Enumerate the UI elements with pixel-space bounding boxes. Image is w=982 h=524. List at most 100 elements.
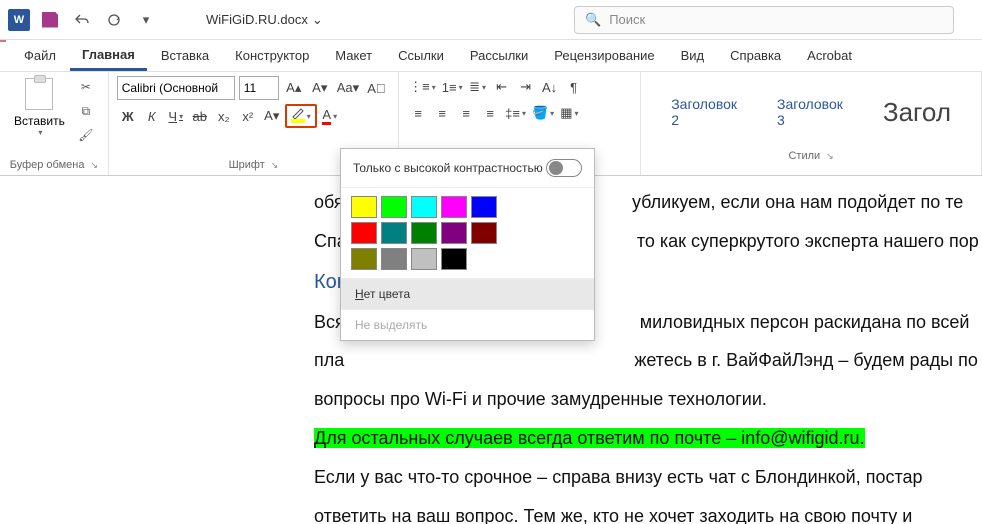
highlight-color-bar — [291, 119, 305, 123]
doc-line: вопросы про Wi-Fi и прочие замудренные т… — [314, 385, 982, 414]
tab-review[interactable]: Рецензирование — [542, 42, 666, 69]
style-heading-big[interactable]: Загол — [873, 89, 961, 136]
color-swatch[interactable] — [381, 248, 407, 270]
text-effects-button[interactable]: A▾ — [261, 105, 283, 127]
paste-label: Вставить — [14, 114, 65, 128]
doc-line: ответить на ваш вопрос. Тем же, кто не х… — [314, 502, 982, 524]
numbering-icon: 1≡ — [442, 80, 457, 95]
indent-icon: ⇥ — [520, 79, 531, 95]
outdent-icon: ⇤ — [496, 79, 507, 95]
borders-button[interactable]: ▦▾ — [558, 102, 580, 124]
italic-button[interactable]: К — [141, 105, 163, 127]
font-color-icon: A — [322, 107, 331, 125]
strike-button[interactable]: ab — [189, 105, 211, 127]
copy-button[interactable]: ⧉ — [75, 100, 97, 122]
color-swatch[interactable] — [441, 196, 467, 218]
eraser-icon: A⃠ — [367, 81, 385, 96]
increase-indent-button[interactable]: ⇥ — [515, 76, 537, 98]
chevron-down-icon: ▾ — [333, 112, 337, 121]
show-marks-button[interactable]: ¶ — [563, 76, 585, 98]
bullets-button[interactable]: ⋮≡▾ — [407, 76, 438, 98]
highlight-color-popup: Только с высокой контрастностью Нет цвет… — [340, 148, 595, 341]
redo-button[interactable] — [102, 8, 126, 32]
filename-dropdown[interactable]: WiFiGiD.RU.docx ⌄ — [206, 12, 323, 28]
color-swatch[interactable] — [351, 196, 377, 218]
font-color-button[interactable]: A▾ — [319, 105, 341, 127]
tab-file[interactable]: Файл — [12, 42, 68, 69]
redo-icon — [106, 12, 122, 28]
tab-home[interactable]: Главная — [70, 41, 147, 71]
numbering-button[interactable]: 1≡▾ — [440, 76, 465, 98]
tab-insert[interactable]: Вставка — [149, 42, 221, 69]
doc-highlighted-line: Для остальных случаев всегда ответим по … — [314, 424, 982, 453]
multilevel-button[interactable]: ≣▾ — [467, 76, 489, 98]
justify-button[interactable]: ≡ — [479, 102, 501, 124]
tab-help[interactable]: Справка — [718, 42, 793, 69]
no-color-item[interactable]: Нет цвета — [341, 278, 594, 309]
marker-icon — [291, 107, 305, 119]
title-bar: W ▾ WiFiGiD.RU.docx ⌄ 🔍 Поиск — [0, 0, 982, 40]
shading-button[interactable]: 🪣▾ — [530, 102, 556, 124]
tab-view[interactable]: Вид — [669, 42, 717, 69]
paste-button[interactable]: Вставить ▾ — [8, 76, 71, 139]
color-swatch[interactable] — [381, 196, 407, 218]
color-swatch[interactable] — [471, 222, 497, 244]
color-swatch[interactable] — [441, 222, 467, 244]
chevron-down-icon: ⌄ — [312, 12, 323, 28]
align-left-icon: ≡ — [414, 106, 422, 121]
bold-button[interactable]: Ж — [117, 105, 139, 127]
doc-line: Если у вас что-то срочное – справа внизу… — [314, 463, 982, 492]
style-heading2[interactable]: Заголовок 2 — [661, 88, 747, 136]
color-swatch[interactable] — [471, 196, 497, 218]
color-swatch[interactable] — [411, 222, 437, 244]
font-group-label: Шрифт — [229, 159, 265, 171]
tab-design[interactable]: Конструктор — [223, 42, 321, 69]
shrink-font-button[interactable]: A▾ — [309, 77, 331, 99]
grow-font-icon: A▴ — [286, 80, 301, 96]
align-center-button[interactable]: ≡ — [431, 102, 453, 124]
sort-button[interactable]: A↓ — [539, 76, 561, 98]
tab-mailings[interactable]: Рассылки — [458, 42, 540, 69]
change-case-button[interactable]: Aa▾ — [335, 77, 361, 99]
qat-dropdown[interactable]: ▾ — [134, 8, 158, 32]
clipboard-group-label: Буфер обмена — [10, 159, 85, 171]
highlight-color-button[interactable]: ▾ — [285, 104, 317, 128]
tab-acrobat[interactable]: Acrobat — [795, 42, 864, 69]
styles-dialog-launcher[interactable]: ↘ — [826, 151, 834, 162]
format-painter-button[interactable]: 🖌 — [75, 124, 97, 146]
color-swatch[interactable] — [351, 248, 377, 270]
color-swatch[interactable] — [351, 222, 377, 244]
tab-layout[interactable]: Макет — [323, 42, 384, 69]
font-size-select[interactable] — [239, 76, 279, 100]
underline-button[interactable]: Ч▾ — [165, 105, 187, 127]
tab-references[interactable]: Ссылки — [386, 42, 456, 69]
font-dialog-launcher[interactable]: ↘ — [271, 160, 279, 171]
clipboard-dialog-launcher[interactable]: ↘ — [90, 160, 98, 171]
group-clipboard: Вставить ▾ ✂ ⧉ 🖌 Буфер обмена ↘ — [0, 72, 109, 175]
color-swatch[interactable] — [381, 222, 407, 244]
cut-button[interactable]: ✂ — [75, 76, 97, 98]
group-styles: Заголовок 2 Заголовок 3 Загол Стили↘ — [641, 72, 982, 175]
clear-format-button[interactable]: A⃠ — [365, 77, 387, 99]
line-spacing-button[interactable]: ‡≡▾ — [503, 102, 528, 124]
font-family-select[interactable] — [117, 76, 235, 100]
color-swatch[interactable] — [411, 196, 437, 218]
undo-button[interactable] — [70, 8, 94, 32]
line-spacing-icon: ‡≡ — [505, 106, 520, 121]
grow-font-button[interactable]: A▴ — [283, 77, 305, 99]
save-button[interactable] — [38, 8, 62, 32]
subscript-button[interactable]: x₂ — [213, 105, 235, 127]
contrast-toggle[interactable] — [546, 159, 582, 177]
search-input[interactable]: 🔍 Поиск — [574, 6, 954, 34]
style-heading3[interactable]: Заголовок 3 — [767, 88, 853, 136]
save-icon — [42, 12, 58, 28]
align-left-button[interactable]: ≡ — [407, 102, 429, 124]
align-right-button[interactable]: ≡ — [455, 102, 477, 124]
color-swatch[interactable] — [441, 248, 467, 270]
decrease-indent-button[interactable]: ⇤ — [491, 76, 513, 98]
superscript-button[interactable]: x² — [237, 105, 259, 127]
color-swatch[interactable] — [411, 248, 437, 270]
pilcrow-icon: ¶ — [570, 80, 577, 95]
borders-icon: ▦ — [560, 105, 572, 121]
color-swatch-grid — [341, 188, 594, 278]
